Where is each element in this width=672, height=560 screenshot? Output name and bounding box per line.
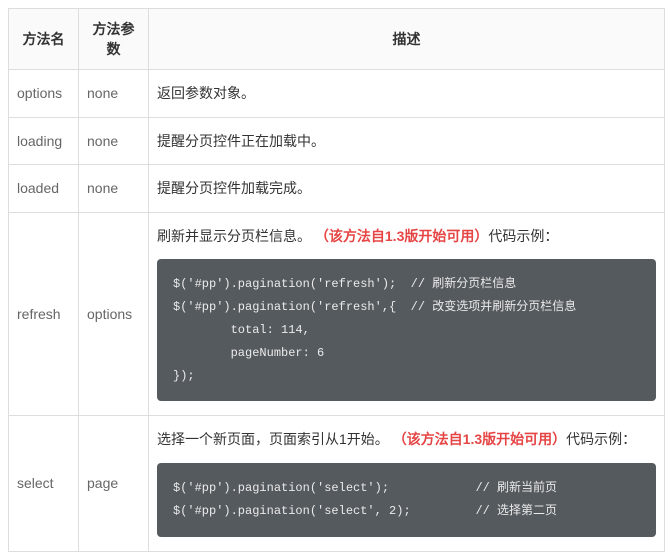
desc-note: （该方法自1.3版开始可用） — [393, 431, 566, 447]
table-row: loadingnone 提醒分页控件正在加载中。 — [9, 117, 665, 165]
th-method: 方法名 — [9, 9, 79, 70]
cell-description: 返回参数对象。 — [149, 70, 665, 118]
cell-method: loaded — [9, 165, 79, 213]
cell-param: page — [79, 416, 149, 551]
desc-text: 返回参数对象。 — [157, 85, 255, 101]
code-block: $('#pp').pagination('select'); // 刷新当前页 … — [157, 463, 656, 537]
cell-param: none — [79, 117, 149, 165]
cell-method: refresh — [9, 212, 79, 416]
desc-text: 提醒分页控件加载完成。 — [157, 180, 311, 196]
cell-method: options — [9, 70, 79, 118]
methods-table: 方法名 方法参数 描述 optionsnone返回参数对象。loadingnon… — [8, 8, 665, 552]
desc-text: 刷新并显示分页栏信息。 — [157, 228, 315, 244]
desc-note: （该方法自1.3版开始可用） — [315, 228, 488, 244]
cell-description: 刷新并显示分页栏信息。 （该方法自1.3版开始可用）代码示例： $('#pp').… — [149, 212, 665, 416]
desc-suffix: 代码示例： — [566, 431, 636, 447]
cell-description: 提醒分页控件正在加载中。 — [149, 117, 665, 165]
desc-text: 选择一个新页面，页面索引从1开始。 — [157, 431, 393, 447]
table-row: refreshoptions刷新并显示分页栏信息。 （该方法自1.3版开始可用）… — [9, 212, 665, 416]
cell-method: loading — [9, 117, 79, 165]
th-description: 描述 — [149, 9, 665, 70]
table-row: selectpage选择一个新页面，页面索引从1开始。 （该方法自1.3版开始可… — [9, 416, 665, 551]
cell-param: none — [79, 165, 149, 213]
table-header-row: 方法名 方法参数 描述 — [9, 9, 665, 70]
cell-param: options — [79, 212, 149, 416]
desc-text: 提醒分页控件正在加载中。 — [157, 133, 325, 149]
table-body: optionsnone返回参数对象。loadingnone提醒分页控件正在加载中… — [9, 70, 665, 552]
cell-description: 选择一个新页面，页面索引从1开始。 （该方法自1.3版开始可用）代码示例： $('… — [149, 416, 665, 551]
code-block: $('#pp').pagination('refresh'); // 刷新分页栏… — [157, 259, 656, 401]
desc-suffix: 代码示例： — [488, 228, 558, 244]
table-row: optionsnone 返回参数对象。 — [9, 70, 665, 118]
cell-method: select — [9, 416, 79, 551]
table-row: loadednone 提醒分页控件加载完成。 — [9, 165, 665, 213]
th-param: 方法参数 — [79, 9, 149, 70]
cell-param: none — [79, 70, 149, 118]
cell-description: 提醒分页控件加载完成。 — [149, 165, 665, 213]
